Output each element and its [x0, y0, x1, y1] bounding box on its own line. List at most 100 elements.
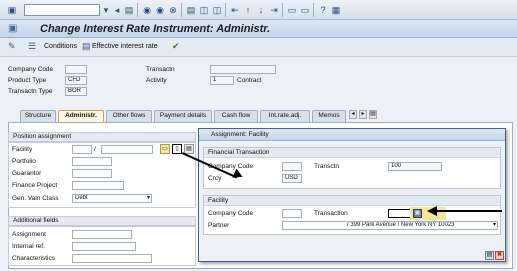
search-help-icon[interactable]: ▦: [413, 209, 422, 218]
chevron-down-icon: ▾: [146, 195, 150, 201]
product-type-label: Product Type: [8, 77, 47, 84]
screen-icon: ▣: [8, 23, 18, 34]
tab-other-flows[interactable]: Other flows: [106, 110, 152, 122]
close-button[interactable]: ✖: [495, 251, 504, 260]
dlg-crcy-label: Crcy: [208, 175, 222, 182]
assignment-label: Assignment: [12, 231, 46, 238]
activity-field: 1: [210, 76, 234, 85]
facility-separator: /: [94, 146, 96, 153]
toolbar-separator: [282, 3, 283, 17]
save-button[interactable]: ▤: [485, 251, 494, 260]
finance-project-label: Finance Project: [12, 182, 58, 189]
facility-field[interactable]: [101, 145, 153, 154]
previous-page-icon[interactable]: ↑: [242, 4, 254, 16]
dlg-facility-company-code-field[interactable]: [282, 209, 302, 218]
portfolio-label: Portfolio: [12, 158, 36, 165]
assignment-field[interactable]: [72, 230, 132, 239]
internal-ref-field[interactable]: [72, 242, 136, 251]
toolbar-separator: [137, 3, 138, 17]
exit-icon[interactable]: ◉: [154, 4, 166, 16]
tab-memos[interactable]: Memos: [312, 110, 346, 122]
dialog-title: Assignment: Facility: [199, 129, 505, 141]
display-change-icon[interactable]: ✎: [8, 41, 16, 52]
internal-ref-label: Internal ref.: [12, 243, 45, 250]
tab-payment-details[interactable]: Payment details: [154, 110, 212, 122]
dlg-company-code-field: [282, 162, 302, 171]
last-page-icon[interactable]: ⇥: [268, 4, 280, 16]
layout-icon[interactable]: ▦: [330, 4, 342, 16]
guarantor-field[interactable]: [72, 169, 112, 178]
dlg-partner-label: Partner: [208, 222, 230, 229]
transactn-type-field: BOR: [65, 87, 87, 96]
dlg-partner-select[interactable]: / 399 Park Avenue / New York NY 10023 ▾: [282, 221, 498, 230]
financial-transaction-group: Financial Transaction Company Code Trans…: [203, 147, 501, 189]
portfolio-field[interactable]: [72, 157, 112, 166]
guarantor-label: Guarantor: [12, 170, 42, 177]
activity-label: Activity: [146, 77, 167, 84]
shortcut-icon[interactable]: ▭: [299, 4, 311, 16]
characteristics-field[interactable]: [72, 254, 152, 263]
folder-icon[interactable]: ▭: [160, 144, 170, 154]
dlg-facility-company-code-label: Company Code: [208, 210, 254, 217]
effective-interest-rate-button[interactable]: Effective interest rate: [92, 43, 158, 50]
additional-fields-header: Additional fields: [8, 216, 196, 226]
dlg-transctn-label: Transctn: [314, 163, 340, 170]
next-page-icon[interactable]: ↓: [255, 4, 267, 16]
tab-list-icon[interactable]: ▤: [369, 110, 377, 119]
effective-interest-rate-icon[interactable]: ▤: [82, 41, 91, 52]
back-chevron-icon[interactable]: ◂: [111, 4, 123, 16]
help-icon[interactable]: ?: [317, 4, 329, 16]
tab-structure[interactable]: Structure: [20, 110, 56, 122]
find-icon[interactable]: ◫: [198, 4, 210, 16]
tab-scroll-right-icon[interactable]: ▸: [359, 110, 367, 119]
position-assignment-header: Position assignment: [8, 132, 196, 142]
conditions-icon[interactable]: ☰: [28, 41, 36, 52]
find-next-icon[interactable]: ◫: [211, 4, 223, 16]
gen-valn-class-label: Gen. Valn Class: [12, 195, 59, 202]
company-code-field: [65, 65, 87, 74]
assignment-facility-dialog: ▣ Assignment: Facility Financial Transac…: [198, 128, 506, 262]
menu-icon[interactable]: ▣: [6, 4, 18, 16]
new-session-icon[interactable]: ▭: [286, 4, 298, 16]
back-icon[interactable]: ◉: [141, 4, 153, 16]
save-icon[interactable]: ▤: [123, 4, 135, 16]
dlg-transaction-label: Transaction: [314, 210, 348, 217]
gen-valn-class-select[interactable]: Debt ▾: [72, 194, 152, 203]
company-code-label: Company Code: [8, 66, 54, 73]
activity-text: Contract: [237, 77, 262, 84]
finance-project-field[interactable]: [72, 181, 124, 190]
system-toolbar: ▣ ▾ ◂ ▤ ◉ ◉ ⊗ ▤ ◫ ◫ ⇤ ↑ ↓ ⇥ ▭ ▭ ? ▦: [0, 0, 517, 20]
print-icon[interactable]: ▤: [185, 4, 197, 16]
dlg-crcy-field: USD: [282, 174, 302, 183]
check-icon[interactable]: ✔: [172, 41, 180, 52]
transactn-field: [210, 65, 276, 74]
tab-cash-flow[interactable]: Cash flow: [214, 110, 258, 122]
toolbar-separator: [313, 3, 314, 17]
product-type-field: CFD: [65, 76, 87, 85]
tab-administr[interactable]: Administr.: [58, 110, 104, 122]
annotation-arrow: [436, 210, 502, 212]
command-field[interactable]: [24, 4, 100, 16]
cancel-icon[interactable]: ⊗: [167, 4, 179, 16]
facility-group: Facility Company Code Transaction ▦ Part…: [203, 195, 501, 235]
conditions-button[interactable]: Conditions: [44, 43, 77, 50]
page-title: Change Interest Rate Instrument: Adminis…: [40, 23, 271, 35]
toolbar-separator: [225, 3, 226, 17]
annotation-arrowhead: [427, 206, 437, 216]
facility-company-field[interactable]: [72, 145, 92, 154]
title-bar: ▣ Change Interest Rate Instrument: Admin…: [0, 20, 517, 38]
tab-scroll-left-icon[interactable]: ◂: [349, 110, 357, 119]
toolbar-separator: [181, 3, 182, 17]
transactn-label: Transactn: [146, 66, 175, 73]
facility-label: Facility: [12, 146, 33, 153]
financial-transaction-header: Financial Transaction: [204, 148, 500, 158]
first-page-icon[interactable]: ⇤: [229, 4, 241, 16]
chevron-down-icon: ▾: [492, 222, 496, 228]
transactn-type-label: Transactn Type: [8, 88, 53, 95]
document-icon[interactable]: ▯: [172, 144, 182, 154]
facility-header: Facility: [204, 196, 500, 206]
tab-int-rate-adj[interactable]: Int.rate.adj.: [260, 110, 310, 122]
application-toolbar: ✎ ☰ Conditions ▤ Effective interest rate…: [0, 38, 517, 57]
characteristics-label: Characteristics: [12, 255, 55, 262]
dlg-transctn-field: 100: [388, 162, 442, 171]
